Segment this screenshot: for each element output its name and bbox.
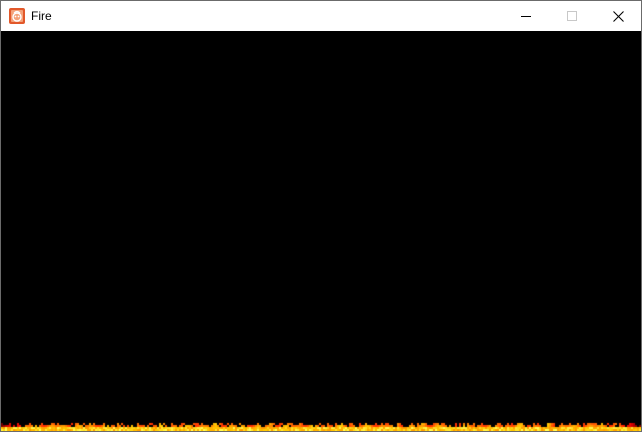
minimize-icon <box>521 16 531 17</box>
minimize-button[interactable] <box>503 1 549 31</box>
fire-app-icon <box>9 8 25 24</box>
fire-animation <box>1 31 641 431</box>
window-title: Fire <box>31 9 52 23</box>
app-window: Fire <box>0 0 642 432</box>
title-bar[interactable]: Fire <box>1 1 641 31</box>
fire-canvas-area <box>1 31 641 431</box>
maximize-icon <box>567 11 577 21</box>
maximize-button[interactable] <box>549 1 595 31</box>
close-button[interactable] <box>595 1 641 31</box>
close-icon <box>612 10 624 22</box>
